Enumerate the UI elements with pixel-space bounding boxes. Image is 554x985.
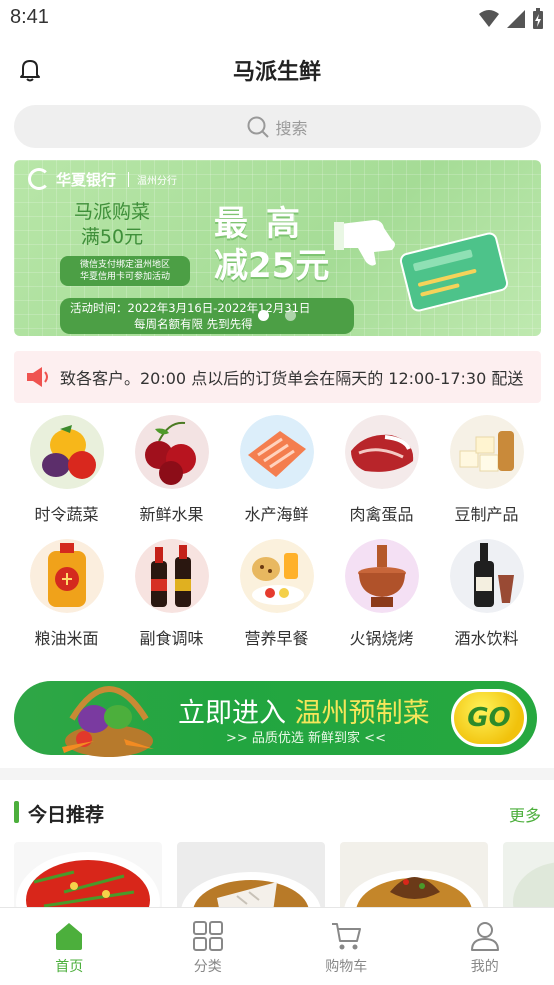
category-label: 豆制产品 <box>454 505 519 524</box>
category-breakfast[interactable]: 营养早餐 <box>224 539 329 649</box>
category-label: 肉禽蛋品 <box>349 505 414 524</box>
carousel-dots <box>258 310 296 321</box>
category-label: 火锅烧烤 <box>349 629 414 648</box>
breakfast-icon <box>239 539 314 613</box>
more-link[interactable]: 更多 <box>509 802 541 826</box>
app-header: 马派生鲜 <box>0 48 554 92</box>
cherries-icon <box>134 415 209 489</box>
category-tofu[interactable]: 豆制产品 <box>434 415 539 525</box>
oil-icon <box>29 539 104 613</box>
carousel-dot[interactable] <box>285 310 296 321</box>
recommend-list <box>14 842 554 908</box>
hotpot-icon <box>344 539 419 613</box>
category-label: 新鲜水果 <box>139 505 204 524</box>
tag-line-1: 微信支付绑定温州地区 <box>79 260 170 270</box>
go-button[interactable]: GO <box>451 689 527 747</box>
vegetables-icon <box>29 415 104 489</box>
product-card[interactable] <box>503 842 554 908</box>
user-icon <box>470 922 499 951</box>
category-seafood[interactable]: 水产海鲜 <box>224 415 329 525</box>
section-divider <box>0 768 554 780</box>
section-marker <box>14 801 19 823</box>
category-vegetables[interactable]: 时令蔬菜 <box>14 415 119 525</box>
tab-profile[interactable]: 我的 <box>416 908 554 985</box>
status-time: 8:41 <box>10 6 49 28</box>
credit-card-illustration <box>398 230 510 314</box>
category-grid: 时令蔬菜 新鲜水果 水产海鲜 肉禽蛋品 豆制产品 粮油米面 副食调味 营养早餐 … <box>14 415 541 649</box>
category-drinks[interactable]: 酒水饮料 <box>434 539 539 649</box>
promo-main-label: 立即进入 温州预制菜 <box>178 691 430 730</box>
status-bar: 8:41 <box>0 0 554 40</box>
grid-icon <box>192 921 223 951</box>
notice-bar[interactable]: 致各客户。20:00 点以后的订货单会在隔天的 12:00-17:30 配送 <box>14 351 541 403</box>
wifi-icon <box>479 10 499 27</box>
home-icon <box>56 923 83 950</box>
bank-name: 华夏银行 <box>56 170 117 189</box>
salmon-icon <box>239 415 314 489</box>
vegetable-basket-icon <box>62 686 154 757</box>
category-label: 水产海鲜 <box>244 505 309 524</box>
thumbs-down-icon <box>334 220 395 266</box>
bank-branch: 温州分行 <box>128 171 177 187</box>
category-grain-oil[interactable]: 粮油米面 <box>14 539 119 649</box>
product-card[interactable] <box>340 842 488 908</box>
bank-logo-icon <box>28 168 50 190</box>
promo-tag: 微信支付绑定温州地区 华夏信用卡可参加活动 <box>60 256 190 286</box>
wine-icon <box>449 539 524 613</box>
promo-main-text: 马派购菜 满50元 <box>74 200 150 250</box>
category-label: 粮油米面 <box>34 629 99 648</box>
tofu-icon <box>449 415 524 489</box>
signal-icon <box>507 10 525 28</box>
category-condiments[interactable]: 副食调味 <box>119 539 224 649</box>
product-card[interactable] <box>14 842 162 908</box>
category-label: 营养早餐 <box>244 629 309 648</box>
search-placeholder: 搜索 <box>275 118 308 138</box>
activity-line-2: 每周名额有限 先到先得 <box>134 317 253 331</box>
tab-cart[interactable]: 购物车 <box>277 908 416 985</box>
speaker-icon <box>27 367 48 387</box>
page-title: 马派生鲜 <box>232 60 321 85</box>
category-label: 副食调味 <box>139 629 204 648</box>
promo-highlight: 温州预制菜 <box>294 698 430 729</box>
product-card[interactable] <box>177 842 325 908</box>
activity-info: 活动时间：2022年3月16日-2022年12月31日 每周名额有限 先到先得 <box>60 298 354 334</box>
promo-banner[interactable]: 华夏银行 温州分行 马派购菜 满50元 微信支付绑定温州地区 华夏信用卡可参加活… <box>14 160 541 336</box>
cart-icon <box>332 923 362 950</box>
meat-icon <box>344 415 419 489</box>
tab-label: 分类 <box>193 959 222 975</box>
category-label: 时令蔬菜 <box>34 505 99 524</box>
category-label: 酒水饮料 <box>454 629 519 648</box>
search-icon <box>247 116 270 138</box>
promo-line-1: 马派购菜 <box>74 201 151 223</box>
category-fruits[interactable]: 新鲜水果 <box>119 415 224 525</box>
promo-line-2: 满50元 <box>80 226 144 248</box>
bottom-tab-bar: 首页 分类 购物车 我的 <box>0 907 554 985</box>
banner-headline-2: 减25元 <box>214 246 330 286</box>
promo-prefix: 立即进入 <box>178 698 286 729</box>
tab-label: 首页 <box>55 959 84 975</box>
category-meat[interactable]: 肉禽蛋品 <box>329 415 434 525</box>
tab-home[interactable]: 首页 <box>0 908 139 985</box>
category-hotpot[interactable]: 火锅烧烤 <box>329 539 434 649</box>
tab-category[interactable]: 分类 <box>139 908 278 985</box>
carousel-dot[interactable] <box>258 310 269 321</box>
bank-logo: 华夏银行 温州分行 <box>28 168 177 190</box>
prepared-food-entry[interactable]: 立即进入 温州预制菜 >> 品质优选 新鲜到家 << GO <box>14 681 537 757</box>
battery-icon <box>533 8 543 29</box>
tab-label: 我的 <box>470 959 499 975</box>
status-icons <box>478 8 544 30</box>
recommend-title: 今日推荐 <box>28 804 105 826</box>
soy-sauce-icon <box>134 539 209 613</box>
search-bar[interactable]: 搜索 <box>14 105 541 148</box>
promo-sub-label: >> 品质优选 新鲜到家 << <box>226 731 386 746</box>
activity-line-1: 活动时间：2022年3月16日-2022年12月31日 <box>70 301 311 315</box>
recommend-header: 今日推荐 更多 <box>14 800 541 826</box>
notice-text: 致各客户。20:00 点以后的订货单会在隔天的 12:00-17:30 配送 <box>60 369 524 388</box>
tag-line-2: 华夏信用卡可参加活动 <box>79 272 170 282</box>
tab-label: 购物车 <box>325 959 368 975</box>
